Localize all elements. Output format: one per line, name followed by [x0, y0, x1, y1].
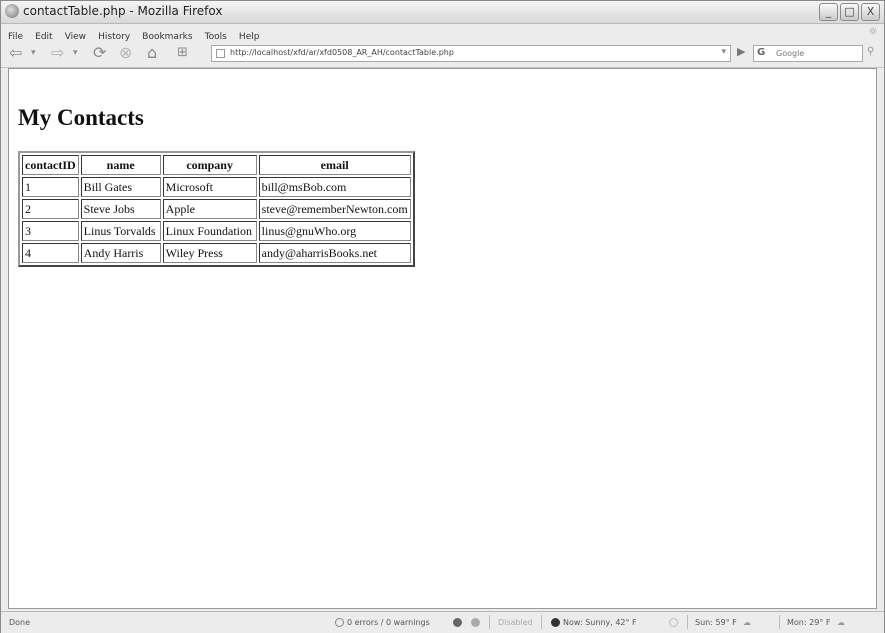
- table-cell: bill@msBob.com: [258, 177, 411, 197]
- table-cell: 1: [22, 177, 79, 197]
- search-bar[interactable]: G: [753, 45, 863, 62]
- table-row: 1 Bill Gates Microsoft bill@msBob.com: [22, 177, 411, 197]
- navigation-toolbar: ⇦ ▾ ⇨ ▾ ⟳ ⊗ ⌂ ⊞ http://localhost/xfd/ar/…: [1, 41, 884, 68]
- status-text: Done: [9, 618, 31, 627]
- column-header: company: [162, 155, 257, 175]
- forward-icon[interactable]: ⇨: [51, 44, 64, 62]
- table-cell: Andy Harris: [80, 243, 161, 263]
- separator: [489, 615, 490, 629]
- reload-icon[interactable]: ⟳: [93, 44, 106, 62]
- table-cell: 3: [22, 221, 79, 241]
- table-cell: Linux Foundation: [162, 221, 257, 241]
- addon-icon-2[interactable]: [471, 618, 483, 627]
- error-console-status[interactable]: 0 errors / 0 warnings: [335, 618, 430, 627]
- page-title: My Contacts: [18, 105, 144, 130]
- close-button[interactable]: X: [861, 3, 880, 21]
- table-cell: Steve Jobs: [80, 199, 161, 219]
- search-engine-icon[interactable]: G: [757, 47, 765, 58]
- separator: [687, 615, 688, 629]
- column-header: contactID: [22, 155, 79, 175]
- url-text: http://localhost/xfd/ar/xfd0508_AR_AH/co…: [230, 48, 454, 57]
- contacts-table: contactID name company email 1 Bill Gate…: [18, 151, 415, 267]
- weather-now-status[interactable]: Now: Sunny, 42° F: [551, 618, 637, 627]
- search-input[interactable]: [776, 47, 860, 60]
- weather-globe-icon: [551, 618, 560, 627]
- table-cell: Linus Torvalds: [80, 221, 161, 241]
- url-bar[interactable]: http://localhost/xfd/ar/xfd0508_AR_AH/co…: [211, 45, 731, 62]
- table-cell: Bill Gates: [80, 177, 161, 197]
- stop-icon[interactable]: ⊗: [119, 44, 132, 62]
- separator: [541, 615, 542, 629]
- column-header: email: [258, 155, 411, 175]
- separator: [779, 615, 780, 629]
- error-count-text: 0 errors / 0 warnings: [347, 618, 430, 627]
- url-dropdown-icon[interactable]: ▾: [721, 47, 726, 57]
- table-cell: Wiley Press: [162, 243, 257, 263]
- disabled-status: Disabled: [498, 618, 533, 627]
- table-cell: steve@rememberNewton.com: [258, 199, 411, 219]
- check-icon: [335, 618, 344, 627]
- minimize-button[interactable]: _: [819, 3, 838, 21]
- menu-bar: File Edit View History Bookmarks Tools H…: [1, 24, 884, 42]
- title-bar: contactTable.php - Mozilla Firefox _ □ X: [1, 1, 884, 24]
- addon-icon-1[interactable]: [453, 618, 465, 627]
- table-cell: andy@aharrisBooks.net: [258, 243, 411, 263]
- table-header-row: contactID name company email: [22, 155, 411, 175]
- column-header: name: [80, 155, 161, 175]
- weather-now-text: Now: Sunny, 42° F: [563, 618, 637, 627]
- window-title: contactTable.php - Mozilla Firefox: [23, 4, 223, 18]
- firefox-icon: [5, 4, 19, 18]
- go-icon[interactable]: ▶: [737, 45, 745, 58]
- back-icon[interactable]: ⇦: [9, 44, 22, 62]
- search-magnifier-icon[interactable]: ⚲: [867, 46, 874, 57]
- throbber-icon: ☼: [868, 25, 878, 38]
- sun-icon: [669, 618, 681, 627]
- page-favicon-icon: [216, 49, 225, 58]
- home-icon[interactable]: ⌂: [147, 44, 157, 62]
- maximize-button[interactable]: □: [840, 3, 859, 21]
- back-dropdown-icon[interactable]: ▾: [31, 44, 36, 62]
- table-cell: 2: [22, 199, 79, 219]
- page-content: My Contacts contactID name company email…: [8, 68, 877, 609]
- cloud-icon: ☁: [837, 618, 845, 627]
- table-cell: linus@gnuWho.org: [258, 221, 411, 241]
- window-controls: _ □ X: [819, 3, 880, 21]
- weather-mon-text: Mon: 29° F: [787, 618, 831, 627]
- table-cell: Microsoft: [162, 177, 257, 197]
- table-cell: 4: [22, 243, 79, 263]
- new-tab-icon[interactable]: ⊞: [177, 44, 188, 62]
- table-row: 3 Linus Torvalds Linux Foundation linus@…: [22, 221, 411, 241]
- browser-window: contactTable.php - Mozilla Firefox _ □ X…: [0, 0, 885, 633]
- cloud-icon: ☁: [743, 618, 751, 627]
- status-bar: Done 0 errors / 0 warnings Disabled Now:…: [1, 611, 884, 633]
- forward-dropdown-icon[interactable]: ▾: [73, 44, 78, 62]
- table-row: 2 Steve Jobs Apple steve@rememberNewton.…: [22, 199, 411, 219]
- table-cell: Apple: [162, 199, 257, 219]
- table-row: 4 Andy Harris Wiley Press andy@aharrisBo…: [22, 243, 411, 263]
- weather-sun-text: Sun: 59° F: [695, 618, 737, 627]
